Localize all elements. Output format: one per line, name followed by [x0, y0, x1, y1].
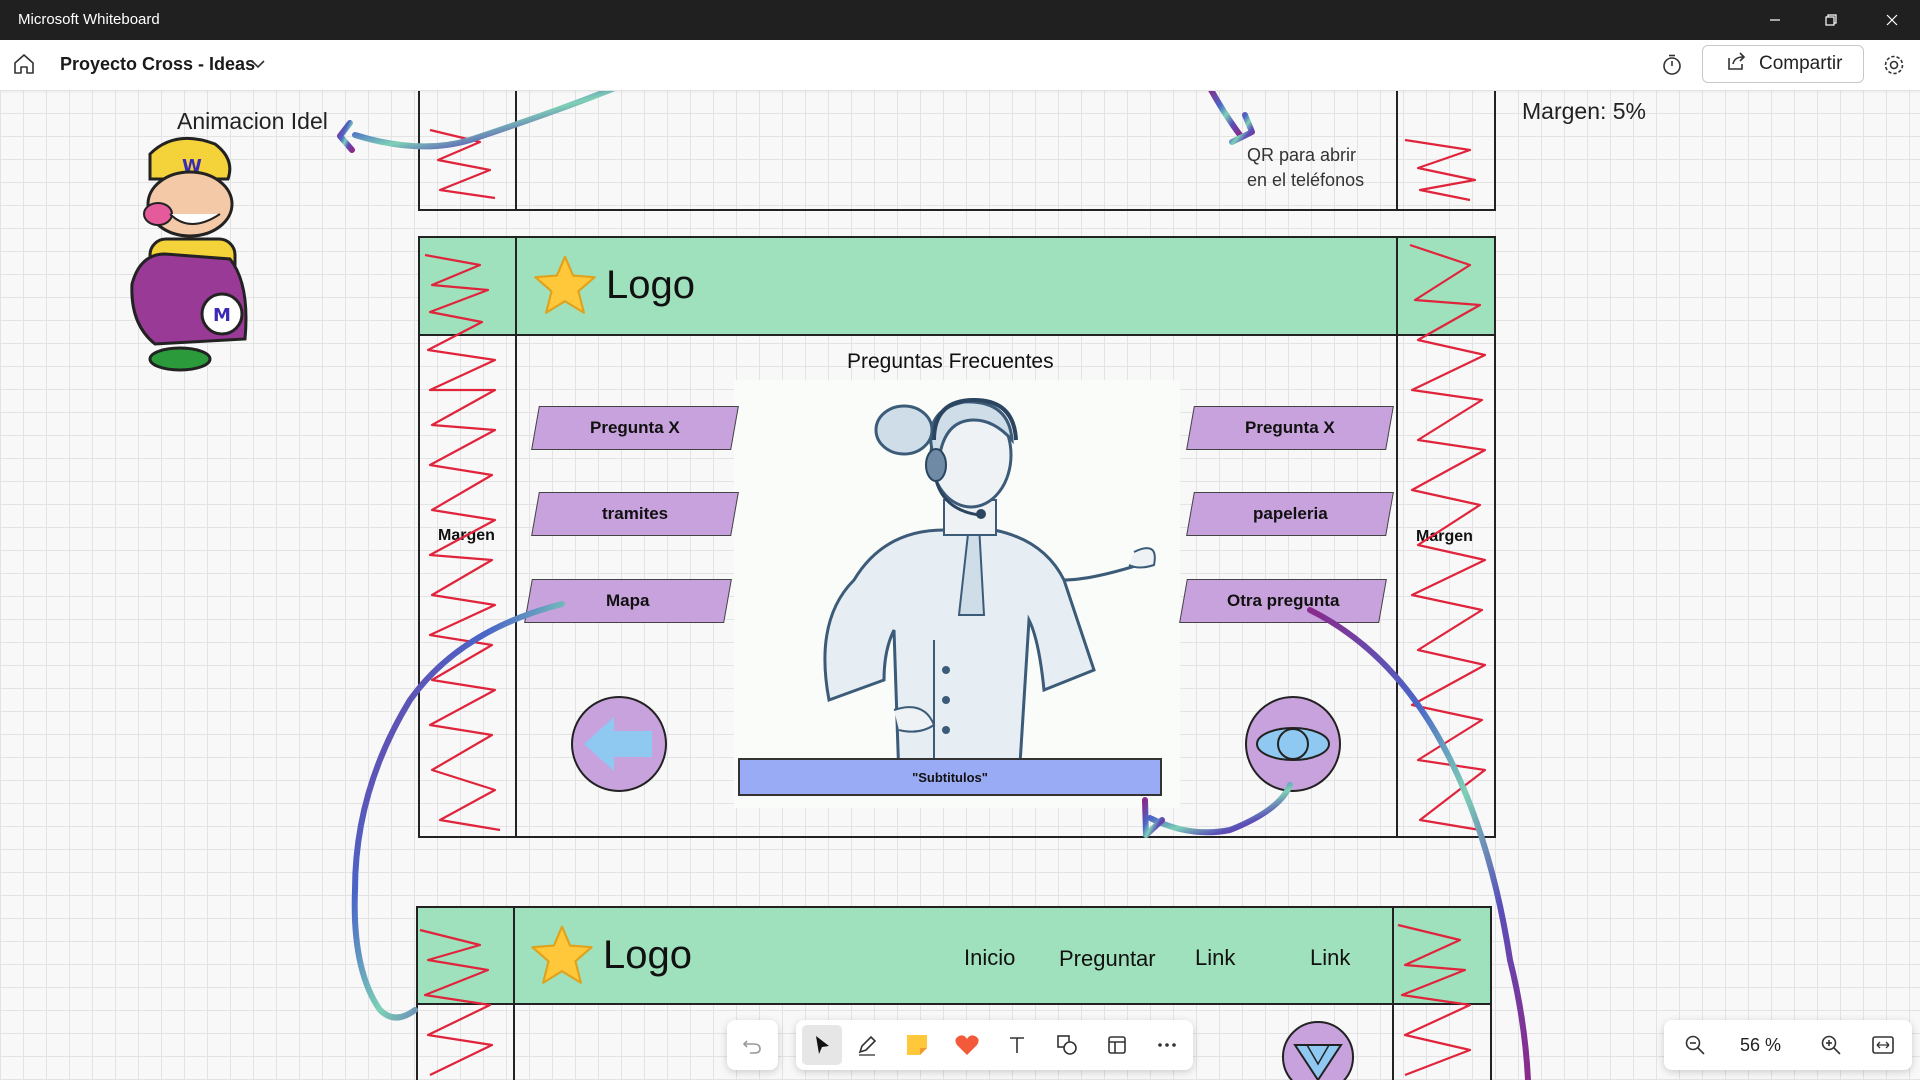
frame-bottom-margin-line — [1392, 906, 1394, 1080]
board-header: Proyecto Cross - Ideas Compartir — [0, 40, 1920, 91]
reaction-icon[interactable] — [947, 1025, 987, 1065]
zoom-out-icon[interactable] — [1684, 1034, 1706, 1061]
faq-button-label: tramites — [601, 504, 669, 523]
nav-link-inicio[interactable]: Inicio — [964, 945, 1015, 971]
pen-icon[interactable] — [847, 1025, 887, 1065]
faq-button-label: Pregunta X — [1245, 418, 1335, 437]
faq-heading: Preguntas Frecuentes — [847, 350, 1054, 373]
select-icon[interactable] — [802, 1025, 842, 1065]
zoom-level[interactable]: 56 % — [1740, 1035, 1781, 1056]
sticky-note-icon[interactable] — [897, 1025, 937, 1065]
app-title: Microsoft Whiteboard — [18, 11, 160, 28]
share-icon — [1725, 50, 1747, 78]
share-label: Compartir — [1759, 53, 1843, 74]
nav-link-2[interactable]: Link — [1310, 945, 1350, 971]
eye-button[interactable] — [1244, 695, 1342, 798]
zoom-in-icon[interactable] — [1820, 1034, 1842, 1061]
note-animation[interactable]: Animacion Idel — [177, 108, 328, 135]
undo-button[interactable] — [727, 1020, 778, 1070]
faq-button-label: Otra pregunta — [1226, 591, 1340, 610]
faq-button-label: Pregunta X — [590, 418, 680, 437]
logo-text: Logo — [606, 263, 695, 307]
faq-button-label: Mapa — [606, 591, 650, 610]
frame-main-margin-line — [1396, 236, 1398, 838]
restore-button[interactable] — [1803, 0, 1859, 40]
triangle-shape-button[interactable] — [1281, 1020, 1355, 1080]
faq-button-tramites[interactable]: tramites — [531, 492, 739, 536]
frame-top-margin-line — [515, 90, 517, 211]
character-image[interactable]: W M — [120, 134, 260, 379]
fit-to-screen-icon[interactable] — [1871, 1034, 1895, 1061]
minimize-button[interactable] — [1747, 0, 1803, 40]
nav-link-preguntar[interactable]: Preguntar — [1059, 946, 1156, 972]
star-icon — [532, 254, 598, 321]
margin-label-right: Margen — [1416, 528, 1473, 545]
subtitles-label: "Subtitulos" — [912, 769, 988, 785]
subtitles-bar[interactable]: "Subtitulos" — [738, 758, 1162, 796]
more-icon[interactable] — [1147, 1025, 1187, 1065]
frame-main-margin-line — [515, 236, 517, 838]
board-title[interactable]: Proyecto Cross - Ideas — [60, 54, 255, 75]
drawing-toolbar — [796, 1020, 1193, 1070]
faq-button-label: papeleria — [1252, 504, 1328, 523]
frame-main-header-line — [418, 334, 1496, 336]
chevron-down-icon[interactable] — [250, 56, 266, 77]
frame-top-margin-line — [1396, 90, 1398, 211]
note-qr-line1: QR para abrir — [1247, 145, 1357, 165]
faq-button-right-1[interactable]: Pregunta X — [1186, 406, 1394, 450]
note-qr[interactable]: QR para abrir en el teléfonos — [1247, 143, 1364, 193]
assistant-illustration[interactable] — [734, 380, 1180, 808]
svg-text:M: M — [213, 305, 231, 326]
frame-bottom-margin-line — [513, 906, 515, 1080]
faq-button-papeleria[interactable]: papeleria — [1186, 492, 1394, 536]
window-title-bar: Microsoft Whiteboard — [0, 0, 1920, 40]
text-icon[interactable] — [997, 1025, 1037, 1065]
template-icon[interactable] — [1097, 1025, 1137, 1065]
share-button[interactable]: Compartir — [1702, 45, 1864, 83]
gear-icon[interactable] — [1882, 53, 1906, 82]
close-button[interactable] — [1864, 0, 1920, 40]
margin-label-left: Margen — [438, 527, 495, 544]
note-margin[interactable]: Margen: 5% — [1522, 98, 1646, 125]
star-icon — [529, 924, 595, 991]
nav-link-1[interactable]: Link — [1195, 945, 1235, 971]
faq-button-left-1[interactable]: Pregunta X — [531, 406, 739, 450]
logo-text: Logo — [603, 933, 692, 977]
home-icon[interactable] — [12, 52, 36, 81]
timer-icon[interactable] — [1660, 53, 1684, 82]
back-arrow-button[interactable] — [570, 695, 668, 798]
frame-bottom-header-line — [416, 1003, 1492, 1005]
whiteboard-canvas[interactable]: Animacion Idel Margen: 5% QR para abrir … — [0, 90, 1920, 1080]
faq-button-mapa[interactable]: Mapa — [524, 579, 732, 623]
zoom-controls: 56 % — [1664, 1020, 1912, 1070]
note-qr-line2: en el teléfonos — [1247, 170, 1365, 190]
undo-icon — [741, 1034, 763, 1061]
faq-button-otra-pregunta[interactable]: Otra pregunta — [1179, 579, 1387, 623]
shapes-icon[interactable] — [1047, 1025, 1087, 1065]
